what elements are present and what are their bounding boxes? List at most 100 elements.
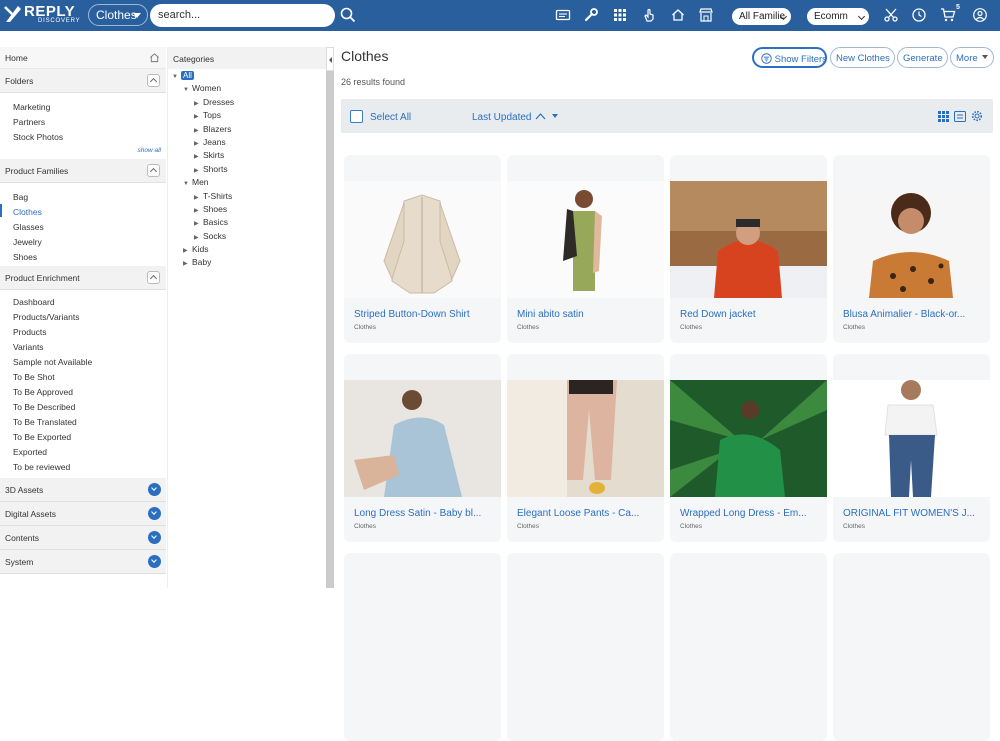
section-header-system[interactable]: System	[0, 550, 166, 574]
product-image[interactable]	[344, 380, 501, 497]
product-card[interactable]: Mini abito satin Clothes	[507, 155, 664, 343]
category-select[interactable]: Clothes	[88, 4, 148, 26]
product-card[interactable]	[507, 553, 664, 741]
more-button[interactable]: More	[950, 47, 994, 68]
product-name[interactable]: Striped Button-Down Shirt	[354, 309, 494, 320]
triangle-right-icon[interactable]: ▶	[194, 100, 203, 107]
show-all-link[interactable]: show all	[0, 144, 166, 159]
sidebar-item-to-be-translated[interactable]: To Be Translated	[0, 414, 166, 429]
section-header-3d-assets[interactable]: 3D Assets	[0, 478, 166, 502]
triangle-down-icon[interactable]: ▼	[172, 74, 181, 80]
tree-node-baby[interactable]: ▶ Baby	[168, 257, 326, 270]
user-icon[interactable]	[972, 7, 988, 23]
product-card[interactable]: Wrapped Long Dress - Em... Clothes	[670, 354, 827, 542]
sidebar-item-products-variants[interactable]: Products/Variants	[0, 309, 166, 324]
product-name[interactable]: Long Dress Satin - Baby bl...	[354, 508, 494, 519]
sidebar-item-sample-not-available[interactable]: Sample not Available	[0, 354, 166, 369]
tree-node-dresses[interactable]: ▶ Dresses	[168, 97, 326, 110]
triangle-right-icon[interactable]: ▶	[183, 247, 192, 254]
channel-select[interactable]: Ecomm	[807, 8, 869, 25]
product-name[interactable]: Blusa Animalier - Black-or...	[843, 309, 983, 320]
settings-gear-icon[interactable]	[971, 110, 983, 122]
new-clothes-button[interactable]: New Clothes	[830, 47, 895, 68]
sidebar-item-to-be-approved[interactable]: To Be Approved	[0, 384, 166, 399]
sidebar-item-to-be-shot[interactable]: To Be Shot	[0, 369, 166, 384]
wrench-icon[interactable]	[583, 7, 599, 23]
generate-button[interactable]: Generate	[897, 47, 948, 68]
chevron-down-icon[interactable]	[148, 507, 161, 520]
collapse-handle[interactable]	[326, 47, 334, 71]
grid-view-icon[interactable]	[938, 111, 949, 122]
sidebar-item-partners[interactable]: Partners	[0, 114, 166, 129]
sidebar-item-stock-photos[interactable]: Stock Photos	[0, 129, 166, 144]
tree-node-women[interactable]: ▼ Women	[168, 83, 326, 96]
caret-down-icon[interactable]	[551, 114, 558, 118]
product-card[interactable]: ORIGINAL FIT WOMEN'S J... Clothes	[833, 354, 990, 542]
tree-node-men[interactable]: ▼ Men	[168, 177, 326, 190]
product-card[interactable]: Red Down jacket Clothes	[670, 155, 827, 343]
list-view-icon[interactable]	[954, 111, 966, 122]
sidebar-item-exported[interactable]: Exported	[0, 444, 166, 459]
product-name[interactable]: Red Down jacket	[680, 309, 820, 320]
chevron-down-icon[interactable]	[148, 483, 161, 496]
hand-pointer-icon[interactable]	[641, 7, 657, 23]
product-image[interactable]	[833, 181, 990, 298]
chevron-up-icon[interactable]	[147, 164, 160, 177]
sidebar-item-glasses[interactable]: Glasses	[0, 219, 166, 234]
sidebar-item-clothes[interactable]: Clothes	[0, 204, 166, 219]
sort-select[interactable]: Last Updated	[472, 112, 558, 123]
panel-resize-divider[interactable]	[326, 47, 334, 588]
tree-node-all[interactable]: ▼ All	[168, 70, 326, 83]
product-card[interactable]	[670, 553, 827, 741]
product-card[interactable]: Long Dress Satin - Baby bl... Clothes	[344, 354, 501, 542]
triangle-right-icon[interactable]: ▶	[194, 234, 203, 241]
sidebar-item-to-be-exported[interactable]: To Be Exported	[0, 429, 166, 444]
section-header-contents[interactable]: Contents	[0, 526, 166, 550]
search-input[interactable]: search...	[150, 4, 335, 27]
product-name[interactable]: Mini abito satin	[517, 309, 657, 320]
cart-icon[interactable]	[940, 7, 956, 23]
triangle-down-icon[interactable]: ▼	[183, 87, 192, 93]
folders-section-header[interactable]: Folders	[0, 69, 166, 93]
tree-node-kids[interactable]: ▶ Kids	[168, 244, 326, 257]
triangle-right-icon[interactable]: ▶	[194, 140, 203, 147]
product-name[interactable]: ORIGINAL FIT WOMEN'S J...	[843, 508, 983, 519]
sidebar-item-to-be-reviewed[interactable]: To be reviewed	[0, 459, 166, 474]
select-all-checkbox[interactable]	[350, 110, 363, 123]
grid-apps-icon[interactable]	[612, 7, 628, 23]
clock-icon[interactable]	[911, 7, 927, 23]
product-image[interactable]	[670, 181, 827, 298]
tree-node-socks[interactable]: ▶ Socks	[168, 231, 326, 244]
chevron-up-icon[interactable]	[147, 74, 160, 87]
triangle-right-icon[interactable]: ▶	[194, 127, 203, 134]
sidebar-item-products[interactable]: Products	[0, 324, 166, 339]
enrichment-section-header[interactable]: Product Enrichment	[0, 266, 166, 290]
sidebar-item-marketing[interactable]: Marketing	[0, 99, 166, 114]
families-section-header[interactable]: Product Families	[0, 159, 166, 183]
triangle-right-icon[interactable]: ▶	[194, 153, 203, 160]
product-image[interactable]	[670, 380, 827, 497]
sidebar-item-jewelry[interactable]: Jewelry	[0, 234, 166, 249]
scissors-icon[interactable]	[883, 7, 899, 23]
triangle-right-icon[interactable]: ▶	[183, 260, 192, 267]
product-image[interactable]	[507, 181, 664, 298]
triangle-down-icon[interactable]: ▼	[183, 181, 192, 187]
home-link[interactable]: Home	[0, 47, 166, 69]
product-card[interactable]	[344, 553, 501, 741]
tree-node-t-shirts[interactable]: ▶ T-Shirts	[168, 191, 326, 204]
section-header-digital-assets[interactable]: Digital Assets	[0, 502, 166, 526]
home-icon[interactable]	[670, 7, 686, 23]
tree-node-tops[interactable]: ▶ Tops	[168, 110, 326, 123]
triangle-right-icon[interactable]: ▶	[194, 167, 203, 174]
tree-node-shoes[interactable]: ▶ Shoes	[168, 204, 326, 217]
sidebar-item-to-be-described[interactable]: To Be Described	[0, 399, 166, 414]
product-card[interactable]: Blusa Animalier - Black-or... Clothes	[833, 155, 990, 343]
triangle-right-icon[interactable]: ▶	[194, 220, 203, 227]
tree-node-basics[interactable]: ▶ Basics	[168, 217, 326, 230]
tree-node-shorts[interactable]: ▶ Shorts	[168, 164, 326, 177]
product-image[interactable]	[507, 380, 664, 497]
product-card[interactable]	[833, 553, 990, 741]
family-select[interactable]: All Familie	[732, 8, 791, 25]
triangle-right-icon[interactable]: ▶	[194, 113, 203, 120]
search-icon[interactable]	[338, 5, 358, 25]
